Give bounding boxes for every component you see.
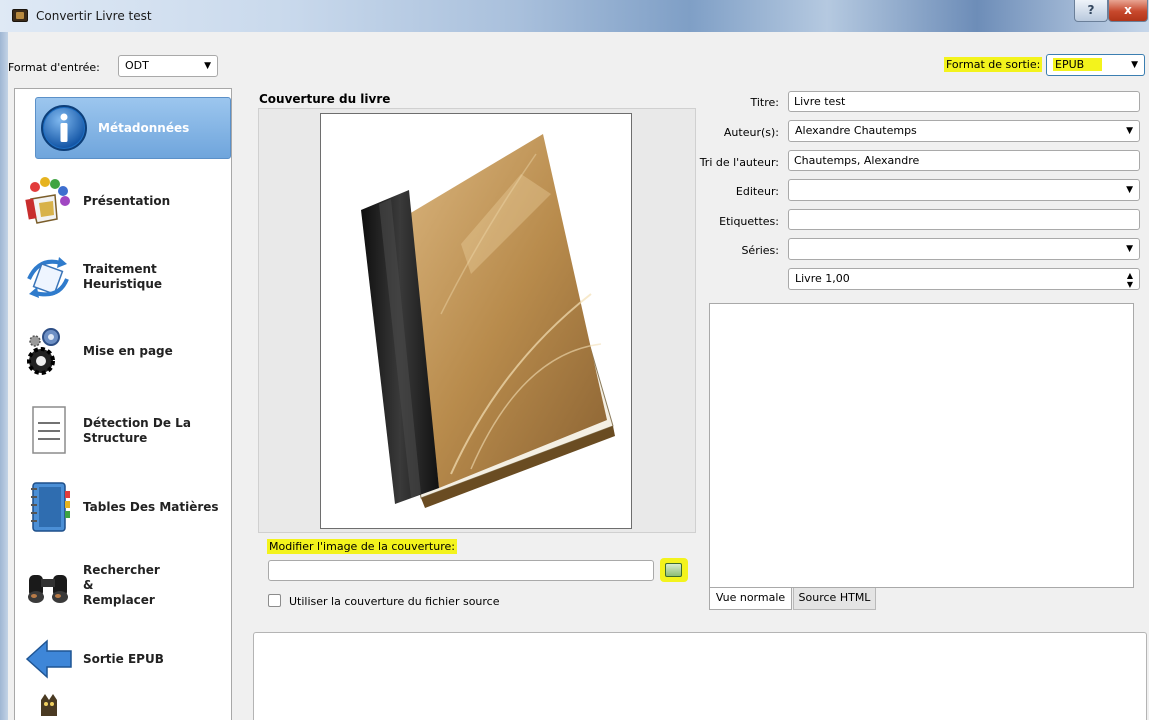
series-index-value: Livre 1,00 — [795, 272, 850, 285]
title-label: Titre: — [750, 96, 779, 109]
output-format-label: Format de sortie: — [944, 57, 1043, 72]
cover-section-title: Couverture du livre — [259, 92, 391, 106]
info-icon — [36, 100, 92, 156]
binoculars-icon — [21, 557, 77, 613]
help-button[interactable]: ? — [1074, 0, 1108, 22]
author-sort-label: Tri de l'auteur: — [699, 156, 779, 169]
authors-label: Auteur(s): — [723, 126, 779, 139]
sidebar-item-label: Rechercher & Remplacer — [83, 562, 160, 607]
sidebar-item-label: Mise en page — [83, 343, 173, 358]
chevron-down-icon: ▼ — [1126, 126, 1133, 136]
series-index-spinbox[interactable]: Livre 1,00 ▲ ▼ — [788, 268, 1140, 290]
sidebar-item-label: Détection De La Structure — [83, 416, 191, 445]
close-button[interactable]: x — [1108, 0, 1148, 22]
sidebar-item-epub-output[interactable]: Sortie EPUB — [21, 631, 225, 687]
cover-path-input[interactable] — [268, 560, 654, 581]
tab-html-source[interactable]: Source HTML — [793, 588, 876, 610]
sidebar-item-metadata[interactable]: Métadonnées — [35, 97, 231, 159]
help-description-box — [253, 632, 1147, 720]
sidebar-item-toc[interactable]: Tables Des Matières — [21, 479, 225, 535]
window-frame — [0, 32, 8, 720]
authors-select[interactable]: Alexandre Chautemps ▼ — [788, 120, 1140, 142]
output-format-value: EPUB — [1053, 58, 1103, 71]
comments-editor[interactable] — [709, 303, 1134, 588]
chevron-down-icon: ▼ — [1126, 244, 1133, 254]
modify-cover-label: Modifier l'image de la couverture: — [267, 539, 457, 554]
title-field[interactable]: Livre test — [788, 91, 1140, 112]
sidebar-item-label: Métadonnées — [98, 120, 190, 135]
sidebar-item-presentation[interactable]: Présentation — [21, 173, 225, 229]
output-format-select[interactable]: EPUB ▼ — [1046, 54, 1145, 76]
title-bar: Convertir Livre test ? x — [0, 0, 1149, 32]
input-format-value: ODT — [125, 59, 149, 72]
document-icon — [21, 403, 77, 459]
settings-sidebar: Métadonnées Présentation Traitement Heur… — [14, 88, 232, 720]
tags-field[interactable] — [788, 209, 1140, 230]
paint-icon — [21, 173, 77, 229]
sidebar-item-label: Présentation — [83, 193, 171, 208]
use-source-cover-checkbox[interactable] — [268, 594, 281, 607]
chevron-down-icon: ▼ — [1131, 60, 1138, 70]
heuristic-icon — [21, 249, 77, 305]
sidebar-item-label: Tables Des Matières — [83, 499, 219, 514]
gears-icon — [21, 323, 77, 379]
sidebar-item-search-replace[interactable]: Rechercher & Remplacer — [21, 555, 225, 615]
sidebar-item-next[interactable] — [21, 694, 225, 720]
authors-value: Alexandre Chautemps — [795, 124, 917, 137]
input-format-label: Format d'entrée: — [8, 61, 100, 74]
publisher-select[interactable]: ▼ — [788, 179, 1140, 201]
cover-image[interactable] — [320, 113, 632, 529]
tab-normal-view[interactable]: Vue normale — [709, 588, 792, 610]
chevron-down-icon: ▼ — [204, 61, 211, 71]
use-source-cover-label: Utiliser la couverture du fichier source — [289, 595, 500, 608]
browse-cover-button[interactable] — [660, 558, 688, 582]
author-sort-field[interactable]: Chautemps, Alexandre — [788, 150, 1140, 171]
book-icon — [361, 134, 615, 508]
sidebar-item-structure-detection[interactable]: Détection De La Structure — [21, 403, 225, 459]
input-format-select[interactable]: ODT ▼ — [118, 55, 218, 77]
series-label: Séries: — [741, 244, 779, 257]
spin-arrows-icon[interactable]: ▲ ▼ — [1127, 271, 1133, 289]
window-title: Convertir Livre test — [36, 9, 152, 23]
sidebar-item-label: Traitement Heuristique — [83, 262, 163, 291]
notebook-icon — [21, 479, 77, 535]
sidebar-item-label: Sortie EPUB — [83, 651, 164, 666]
sidebar-item-heuristic[interactable]: Traitement Heuristique — [21, 249, 225, 305]
sidebar-item-page-setup[interactable]: Mise en page — [21, 323, 225, 379]
tags-label: Etiquettes: — [719, 215, 779, 228]
chevron-down-icon: ▼ — [1126, 185, 1133, 195]
series-select[interactable]: ▼ — [788, 238, 1140, 260]
calibre-app-icon — [12, 9, 28, 22]
arrow-left-icon — [21, 631, 77, 687]
publisher-label: Editeur: — [735, 185, 779, 198]
folder-icon — [665, 563, 682, 577]
owl-icon — [21, 692, 77, 720]
